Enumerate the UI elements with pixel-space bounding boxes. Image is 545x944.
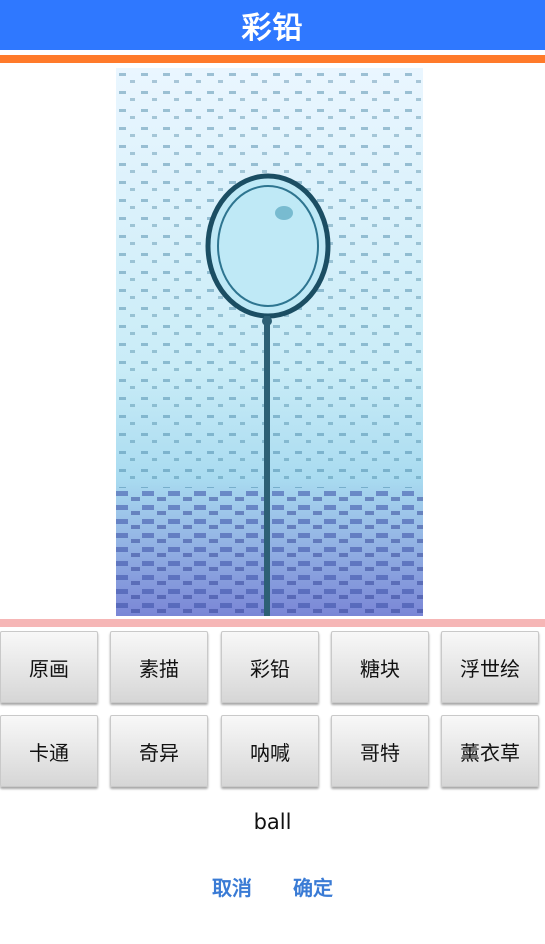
filter-button-original[interactable]: 原画 (0, 631, 98, 703)
filter-button-color-pencil[interactable]: 彩铅 (221, 631, 319, 703)
section-divider (0, 619, 545, 627)
page-title: 彩铅 (241, 11, 304, 46)
filter-button-ukiyoe[interactable]: 浮世绘 (441, 631, 539, 703)
filter-button-gothic[interactable]: 哥特 (331, 715, 429, 787)
cancel-button[interactable]: 取消 (212, 872, 252, 901)
filter-button-sketch[interactable]: 素描 (110, 631, 208, 703)
balloon-sketch-image (116, 68, 423, 616)
filter-button-scream[interactable]: 呐喊 (221, 715, 319, 787)
dialog-actions: 取消 确定 (0, 872, 545, 901)
accent-divider (0, 55, 545, 63)
confirm-button[interactable]: 确定 (293, 872, 333, 901)
filter-button-fantasy[interactable]: 奇异 (110, 715, 208, 787)
filter-button-candy[interactable]: 糖块 (331, 631, 429, 703)
image-caption: ball (253, 810, 292, 834)
filter-button-lavender[interactable]: 薰衣草 (441, 715, 539, 787)
preview-image (116, 68, 423, 616)
filter-button-cartoon[interactable]: 卡通 (0, 715, 98, 787)
title-bar: 彩铅 (0, 0, 545, 50)
